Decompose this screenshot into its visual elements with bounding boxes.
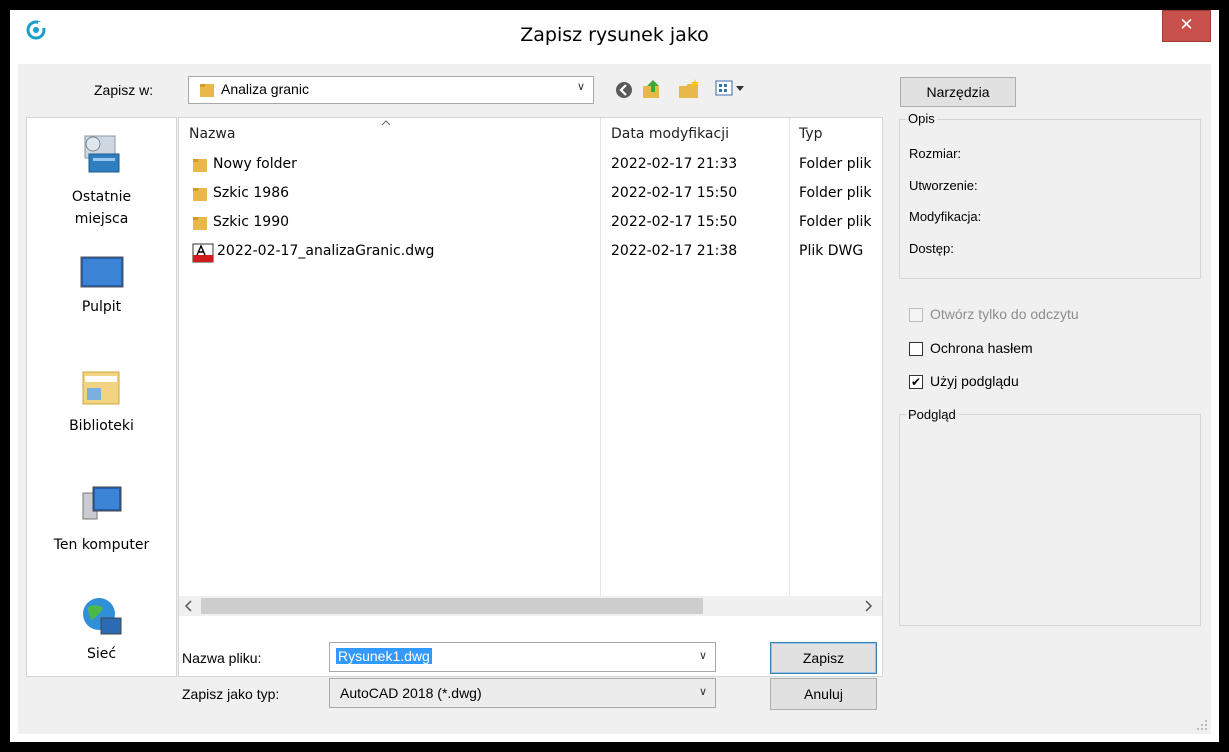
place-desktop[interactable]: Pulpit [27,253,176,315]
file-type: Folder plik [799,214,872,230]
libraries-icon [82,371,119,405]
chevron-right-icon[interactable] [865,600,873,612]
file-type-value: AutoCAD 2018 (*.dwg) [340,685,482,701]
folder-icon [193,159,207,172]
back-icon[interactable] [615,81,633,99]
column-header-name[interactable]: Nazwa [189,126,235,142]
dialog-body: Zapisz w: Analiza granic ∨ Narzędzia Ost… [18,64,1211,734]
close-button[interactable]: ✕ [1162,10,1211,42]
modified-label: Modyfikacja: [909,209,982,224]
place-label: Ten komputer [53,537,150,553]
file-name: Szkic 1990 [213,214,290,230]
column-header-date[interactable]: Data modyfikacji [611,126,729,142]
filename-input[interactable]: Rysunek1.dwg ∨ [329,642,716,672]
chevron-down-icon: ∨ [576,80,585,93]
places-bar: Ostatnie miejsca Pulpit Biblioteki Ten k… [26,117,177,677]
table-row[interactable]: 2022-02-17_analizaGranic.dwg 2022-02-17 … [179,240,882,264]
table-row[interactable]: Szkic 1990 2022-02-17 15:50 Folder plik [179,211,882,235]
folder-icon [200,84,214,97]
chevron-down-icon[interactable]: ∨ [699,649,707,662]
desktop-icon [80,256,123,288]
password-label: Ochrona hasłem [930,340,1033,356]
title-bar[interactable]: Zapisz rysunek jako ✕ [10,10,1219,62]
filename-label: Nazwa pliku: [182,650,262,666]
checkmark-icon: ✔ [910,375,922,389]
readonly-label: Otwórz tylko do odczytu [930,306,1079,322]
place-network[interactable]: Sieć [27,594,176,662]
file-type: Folder plik [799,185,872,201]
up-folder-icon[interactable] [641,78,663,100]
file-type-select[interactable]: AutoCAD 2018 (*.dwg) ∨ [329,678,716,708]
file-date: 2022-02-17 15:50 [611,214,738,230]
file-type: Folder plik [799,156,872,172]
dwg-file-icon [192,243,214,263]
new-folder-icon[interactable] [678,78,702,100]
file-name: Nowy folder [213,156,297,172]
folder-icon [193,217,207,230]
file-type: Plik DWG [799,243,864,259]
file-date: 2022-02-17 21:38 [611,243,738,259]
place-label: Ostatnie miejsca [71,189,132,227]
resize-grip-icon[interactable] [1196,719,1208,731]
tools-button[interactable]: Narzędzia [900,77,1016,107]
preview-group: Podgląd [899,407,1201,626]
save-button[interactable]: Zapisz [770,642,877,674]
place-computer[interactable]: Ten komputer [27,483,176,553]
close-icon: ✕ [1179,15,1194,35]
save-in-value: Analiza granic [221,81,309,97]
save-in-combo[interactable]: Analiza granic ∨ [188,76,594,104]
file-list[interactable]: Nazwa Data modyfikacji Typ Nowy folder 2… [178,117,883,677]
group-label: Podgląd [906,407,958,422]
place-recent[interactable]: Ostatnie miejsca [27,132,176,230]
preview-label: Użyj podglądu [930,373,1019,389]
save-in-label: Zapisz w: [94,82,154,98]
sort-ascending-icon [381,120,391,126]
table-row[interactable]: Szkic 1986 2022-02-17 15:50 Folder plik [179,182,882,206]
network-icon [82,598,121,635]
file-date: 2022-02-17 15:50 [611,185,738,201]
chevron-left-icon[interactable] [185,600,193,612]
recent-places-icon [84,135,119,173]
password-checkbox[interactable] [909,342,923,356]
chevron-down-icon: ∨ [698,685,707,698]
horizontal-scrollbar[interactable] [179,596,882,616]
window-title: Zapisz rysunek jako [520,24,709,46]
preview-checkbox[interactable]: ✔ [909,375,923,389]
description-group: Opis Rozmiar: Utworzenie: Modyfikacja: D… [899,111,1201,279]
table-row[interactable]: Nowy folder 2022-02-17 21:33 Folder plik [179,153,882,177]
file-date: 2022-02-17 21:33 [611,156,738,172]
cancel-button[interactable]: Anuluj [770,678,877,710]
place-label: Biblioteki [69,418,134,434]
place-libraries[interactable]: Biblioteki [27,368,176,434]
view-menu-icon[interactable] [715,80,749,98]
readonly-checkbox[interactable] [909,308,923,322]
place-label: Sieć [86,646,117,662]
created-label: Utworzenie: [909,178,978,193]
size-label: Rozmiar: [909,146,962,161]
file-name: Szkic 1986 [213,185,290,201]
save-dialog: Zapisz rysunek jako ✕ Zapisz w: Analiza … [10,10,1219,742]
file-name: 2022-02-17_analizaGranic.dwg [217,243,435,259]
column-header-type[interactable]: Typ [799,126,823,142]
filename-value: Rysunek1.dwg [336,648,432,664]
computer-icon [82,486,121,520]
access-label: Dostęp: [909,241,954,256]
file-type-label: Zapisz jako typ: [182,686,280,702]
place-label: Pulpit [81,299,122,315]
scrollbar-thumb[interactable] [201,598,703,614]
folder-icon [193,188,207,201]
group-label: Opis [906,111,937,126]
